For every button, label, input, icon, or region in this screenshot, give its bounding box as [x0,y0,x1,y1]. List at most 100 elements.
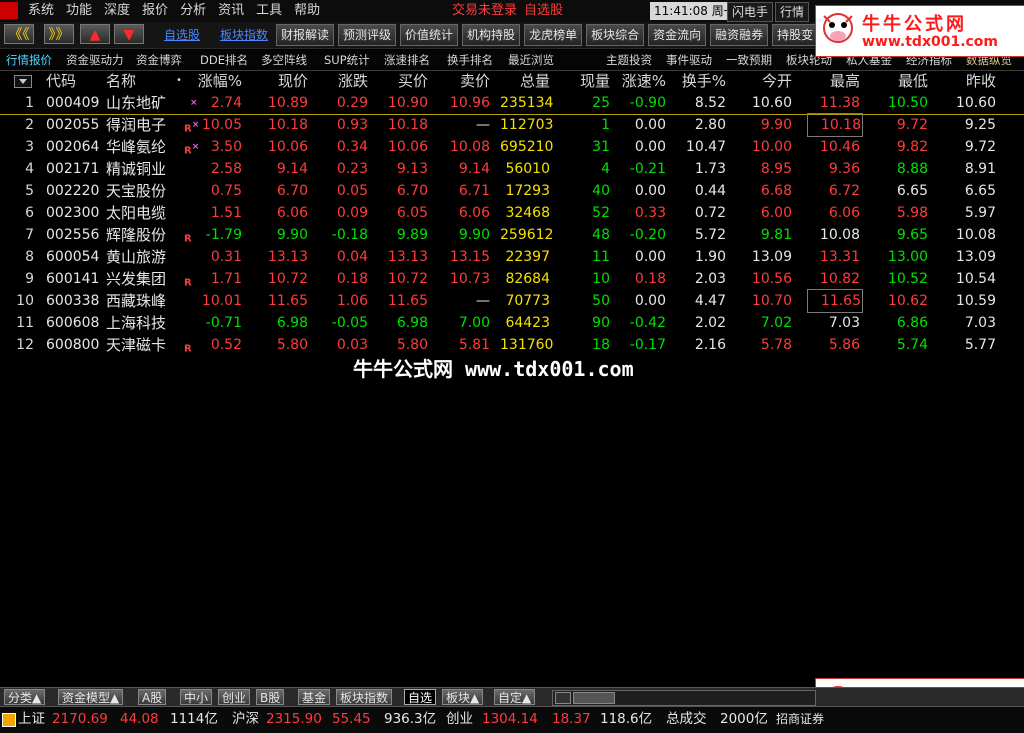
table-row[interactable]: 5 002220 天宝股份 0.75 6.70 0.05 6.70 6.71 17293 40 0.… [0,180,1024,202]
sh-index-change: 44.08 [120,711,159,727]
menu-function[interactable]: 功能 [60,0,98,22]
financing-mark: R [184,233,192,245]
btn-institutional-holdings[interactable]: 机构持股 [462,24,521,46]
menu-analysis[interactable]: 分析 [174,0,212,22]
bottom-tab-capital-model[interactable]: 资金模型▲ [58,689,124,705]
menu-help[interactable]: 帮助 [288,0,326,22]
cell-code: 600054 [46,249,100,265]
tab-quotes[interactable]: 行情报价 [6,50,52,70]
row-index: 5 [25,183,34,199]
btn-capital-flow[interactable]: 资金流向 [648,24,707,46]
cell-open: 9.81 [760,227,792,243]
cell-bid: 10.18 [387,117,428,133]
col-change-pct[interactable]: 涨幅% [190,70,242,92]
cell-open: 6.68 [760,183,792,199]
tab-capital-game[interactable]: 资金博弈 [136,50,182,70]
up-arrow-button[interactable]: ▲ [80,24,110,44]
table-row[interactable]: 7 002556 辉隆股份 -1.79 9.90 -0.18 9.89 9.90 259612 4… [0,224,1024,246]
btn-financial-report[interactable]: 财报解读 [276,24,335,46]
cell-bid: 10.90 [387,95,428,111]
alert-square-icon[interactable] [2,713,16,727]
btn-margin-trading[interactable]: 融资融券 [710,24,769,46]
scroll-left-arrow-icon[interactable] [555,692,571,704]
cell-change-pct: 2.74 [210,95,242,111]
tab-theme-invest[interactable]: 主题投资 [606,50,652,70]
cell-bid: 6.70 [396,183,428,199]
col-price[interactable]: 现价 [258,70,308,92]
bottom-tab-funds[interactable]: 基金 [298,689,331,705]
col-low[interactable]: 最低 [876,70,928,92]
table-row[interactable]: 11 600608 上海科技 -0.71 6.98 -0.05 6.98 7.00 64423 9… [0,312,1024,334]
menu-news[interactable]: 资讯 [212,0,250,22]
cell-name: 西藏珠峰 [106,292,167,310]
col-code[interactable]: 代码 [46,70,76,92]
tab-bull-bear[interactable]: 多空阵线 [261,50,307,70]
btn-dragon-tiger-list[interactable]: 龙虎榜单 [524,24,583,46]
bottom-tab-sme[interactable]: 中小 [180,689,213,705]
bottom-tab-a-shares[interactable]: A股 [138,689,167,705]
btn-holdings-change[interactable]: 持股变 [772,24,819,46]
menu-tools[interactable]: 工具 [250,0,288,22]
col-bid[interactable]: 买价 [378,70,428,92]
tab-consensus[interactable]: 一致预期 [726,50,772,70]
scroll-thumb[interactable] [573,692,615,704]
horizontal-scrollbar[interactable] [552,690,816,706]
menu-system[interactable]: 系统 [22,0,60,22]
col-turnover[interactable]: 换手% [674,70,726,92]
forward-button[interactable]: 》》 [44,24,74,44]
col-ask[interactable]: 卖价 [440,70,490,92]
table-row[interactable]: 10 600338 西藏珠峰 10.01 11.65 1.06 11.65 — 70773 50 0… [0,289,1024,313]
bottom-tab-b-shares[interactable]: B股 [256,689,285,705]
col-current-vol[interactable]: 现量 [560,70,610,92]
flash-trade-button[interactable]: 闪电手 [727,2,774,22]
tab-event-driven[interactable]: 事件驱动 [666,50,712,70]
col-speed[interactable]: 涨速% [614,70,666,92]
table-row[interactable]: 8 600054 黄山旅游 0.31 13.13 0.04 13.13 13.15 22397 1… [0,246,1024,268]
btn-rating-forecast[interactable]: 预测评级 [338,24,397,46]
bottom-tab-watchlist[interactable]: 自选 [404,689,437,705]
sort-dropdown-icon[interactable] [14,75,32,88]
table-row[interactable]: 2 002055 得润电子 10.05 10.18 0.93 10.18—112703 1 0.… [0,113,1024,137]
quote-button[interactable]: 行情 [775,2,810,22]
table-row[interactable]: 4 002171 精诚铜业 2.58 9.14 0.23 9.13 9.14 56010 4 -0.… [0,158,1024,180]
brand-banner-top[interactable]: 牛牛公式网 www.tdx001.com [815,5,1024,57]
bottom-tab-sector-index[interactable]: 板块指数 [336,689,393,705]
col-name[interactable]: 名称 [106,70,136,92]
col-volume[interactable]: 总量 [500,70,550,92]
table-row[interactable]: 9 600141 兴发集团 1.71 10.72 0.18 10.72 10.73 82684 1… [0,268,1024,290]
tab-speed-rank[interactable]: 涨速排名 [384,50,430,70]
btn-sector-summary[interactable]: 板块综合 [586,24,645,46]
cow-logo-icon [823,13,853,43]
bottom-tab-category[interactable]: 分类▲ [4,689,46,705]
bottom-tab-sectors[interactable]: 板块▲ [442,689,484,705]
link-watchlist[interactable]: 自选股 [164,26,200,44]
btn-value-stats[interactable]: 价值统计 [400,24,459,46]
menu-depth[interactable]: 深度 [98,0,136,22]
down-arrow-button[interactable]: ▼ [114,24,144,44]
cell-prev-close: 7.03 [964,315,996,331]
cell-price: 10.18 [267,117,308,133]
bottom-tab-custom[interactable]: 自定▲ [494,689,536,705]
table-row[interactable]: 6 002300 太阳电缆 1.51 6.06 0.09 6.05 6.06 32468 52 0.… [0,202,1024,224]
tab-sup-stats[interactable]: SUP统计 [324,50,370,70]
trade-login-status[interactable]: 交易未登录 [452,0,517,22]
tab-turnover-rank[interactable]: 换手排名 [447,50,493,70]
bottom-tab-chinext[interactable]: 创业 [218,689,251,705]
cell-current-vol: 1 [601,117,610,133]
cell-bid: 11.65 [387,293,428,309]
col-change[interactable]: 涨跌 [318,70,368,92]
tab-capital-drive[interactable]: 资金驱动力 [66,50,124,70]
col-prev-close[interactable]: 昨收 [944,70,996,92]
table-row[interactable]: 3 002064 华峰氨纶 3.50 10.06 0.34 10.06 10.08 695210… [0,136,1024,158]
cell-speed: 0.33 [634,205,666,221]
table-row[interactable]: 1 000409 山东地矿 2.74 10.89 0.29 10.90 10.96 235134… [0,92,1024,114]
col-high[interactable]: 最高 [808,70,860,92]
tab-dde-rank[interactable]: DDE排名 [200,50,248,70]
col-open[interactable]: 今开 [740,70,792,92]
row-index: 8 [25,249,34,265]
menu-quote[interactable]: 报价 [136,0,174,22]
tab-recent[interactable]: 最近浏览 [508,50,554,70]
back-button[interactable]: 《《 [4,24,34,44]
link-sector-index[interactable]: 板块指数 [220,26,268,44]
cell-name: 太阳电缆 [106,204,167,222]
